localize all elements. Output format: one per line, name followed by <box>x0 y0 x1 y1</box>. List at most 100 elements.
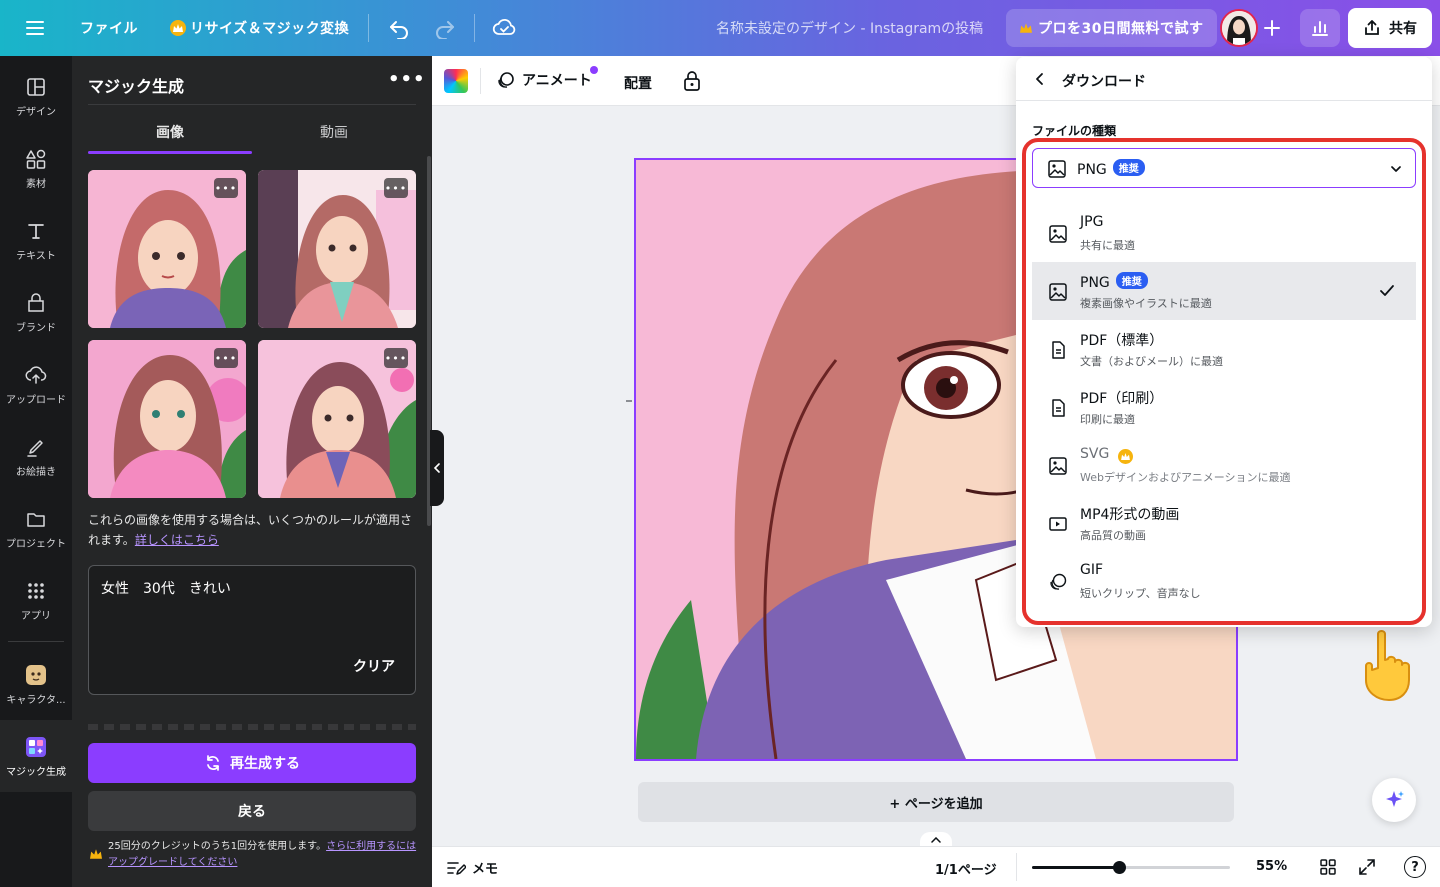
share-button[interactable]: 共有 <box>1348 8 1432 48</box>
option-label: PDF（印刷） <box>1080 391 1164 407</box>
option-pdf-print[interactable]: PDF（印刷） 印刷に最適 <box>1032 378 1416 436</box>
option-sub: 共有に最適 <box>1080 239 1135 252</box>
learn-more-link[interactable]: 詳しくはこちら <box>135 533 219 547</box>
rail-item-design[interactable]: デザイン <box>0 76 72 118</box>
generated-image-2[interactable]: ••• <box>258 170 416 328</box>
apps-grid-icon <box>28 583 44 599</box>
back-chevron-icon[interactable] <box>1032 71 1048 87</box>
clear-button[interactable]: クリア <box>353 656 395 676</box>
character-icon <box>26 665 46 685</box>
rail-item-character[interactable]: キャラクタ... <box>0 664 72 706</box>
rail-item-text[interactable]: テキスト <box>0 220 72 262</box>
rail-item-projects[interactable]: プロジェクト <box>0 508 72 550</box>
rail-item-elements[interactable]: 素材 <box>0 148 72 190</box>
file-type-select[interactable]: PNG 推奨 <box>1032 148 1416 188</box>
notes-button[interactable]: メモ <box>446 858 498 877</box>
notes-icon <box>447 861 466 875</box>
resize-magic-label: リサイズ＆マジック変換 <box>190 21 350 37</box>
rail-item-label: テキスト <box>16 251 56 262</box>
generated-image-3[interactable]: ••• <box>88 340 246 498</box>
pro-trial-label: プロを30日間無料で試す <box>1038 21 1204 37</box>
option-mp4[interactable]: MP4形式の動画 高品質の動画 <box>1032 494 1416 552</box>
rail-item-label: デザイン <box>16 107 56 118</box>
image-more-icon[interactable]: ••• <box>384 348 408 368</box>
document-title[interactable]: 名称未設定のデザイン - Instagramの投稿 <box>716 0 983 56</box>
left-rail: デザイン 素材 テキスト ブランド アップロード お絵描き プロジェクト アプリ… <box>0 56 72 887</box>
document-icon <box>1052 341 1065 359</box>
document-icon <box>1052 399 1065 417</box>
divider <box>1016 100 1432 101</box>
zoom-level[interactable]: 55% <box>1256 859 1287 874</box>
insights-button[interactable] <box>1300 9 1340 47</box>
file-type-selected: PNG 推奨 <box>1077 159 1145 178</box>
image-more-icon[interactable]: ••• <box>214 348 238 368</box>
credit-text: 25回分のクレジットのうち1回分を使用します。 <box>108 841 327 852</box>
hamburger-menu-icon[interactable] <box>24 0 46 56</box>
add-page-button[interactable]: + ページを追加 <box>638 782 1234 822</box>
lock-icon[interactable] <box>682 70 702 92</box>
panel-title: マジック生成 <box>88 77 185 96</box>
generated-image-4[interactable]: ••• <box>258 340 416 498</box>
animate-button[interactable]: アニメート <box>496 70 592 90</box>
undo-icon[interactable] <box>388 0 410 56</box>
share-label: 共有 <box>1389 21 1417 37</box>
prompt-textarea[interactable]: 女性 30代 きれい クリア <box>88 565 416 695</box>
panel-more-icon[interactable]: ••• <box>388 71 426 89</box>
pro-trial-button[interactable]: プロを30日間無料で試す <box>1006 9 1218 47</box>
zoom-slider-track[interactable] <box>1032 861 1230 874</box>
page-indicator[interactable]: 1/1ページ <box>935 859 997 878</box>
file-menu-button[interactable]: ファイル <box>80 0 138 56</box>
rail-item-label: 素材 <box>26 179 46 190</box>
help-icon[interactable]: ? <box>1404 856 1426 878</box>
rail-item-upload[interactable]: アップロード <box>0 364 72 406</box>
gif-icon <box>1050 573 1067 590</box>
image-more-icon[interactable]: ••• <box>384 178 408 198</box>
color-picker-icon[interactable] <box>444 69 468 93</box>
option-jpg[interactable]: JPG 共有に最適 <box>1032 204 1416 262</box>
animate-label: アニメート <box>522 73 592 89</box>
option-label-wrap: SVG <box>1080 446 1133 464</box>
option-gif[interactable]: GIF 短いクリップ、音声なし <box>1032 552 1416 610</box>
rail-item-apps[interactable]: アプリ <box>0 580 72 622</box>
option-label: MP4形式の動画 <box>1080 507 1180 523</box>
generated-image-1[interactable]: ••• <box>88 170 246 328</box>
collapse-panel-handle[interactable] <box>430 430 444 506</box>
pro-crown-icon <box>1117 449 1133 464</box>
bottom-bar: メモ 1/1ページ 55% ? <box>432 846 1440 887</box>
cloud-save-icon[interactable] <box>492 0 516 56</box>
magic-assistant-button[interactable] <box>1372 778 1416 822</box>
brand-icon <box>28 293 44 312</box>
rail-item-magic-generate[interactable]: マジック生成 <box>0 736 72 778</box>
image-icon <box>1049 457 1067 475</box>
option-png[interactable]: PNG 推奨 複素画像やイラストに最適 <box>1032 262 1416 320</box>
resize-magic-button[interactable]: リサイズ＆マジック変換 <box>170 0 349 56</box>
avatar[interactable] <box>1220 9 1258 47</box>
file-type-label: ファイルの種類 <box>1032 124 1117 138</box>
draw-icon <box>27 440 43 457</box>
option-svg[interactable]: SVG Webデザインおよびアニメーションに最適 <box>1032 436 1416 494</box>
back-button[interactable]: 戻る <box>88 791 416 831</box>
fullscreen-icon[interactable] <box>1358 858 1376 876</box>
divider <box>1016 853 1017 881</box>
image-icon <box>1049 283 1067 301</box>
regenerate-button[interactable]: 再生成する <box>88 743 416 783</box>
chevron-up-icon <box>931 837 941 843</box>
image-more-icon[interactable]: ••• <box>214 178 238 198</box>
rail-item-draw[interactable]: お絵描き <box>0 436 72 478</box>
layout-icon <box>27 78 45 96</box>
download-panel: ダウンロード ファイルの種類 PNG 推奨 JPG 共有に最適 PNG 推奨 複素画… <box>1016 57 1432 627</box>
redo-icon[interactable] <box>434 0 456 56</box>
zoom-slider-handle[interactable] <box>1113 861 1127 874</box>
credit-info: 25回分のクレジットのうち1回分を使用します。さらに利用するにはアップグレードし… <box>90 839 420 871</box>
option-pdf-standard[interactable]: PDF（標準） 文書（およびメール）に最適 <box>1032 320 1416 378</box>
option-label: PDF（標準） <box>1080 333 1164 349</box>
arrange-button[interactable]: 配置 <box>624 73 652 93</box>
regenerate-label: 再生成する <box>230 756 300 772</box>
rail-item-brand[interactable]: ブランド <box>0 292 72 334</box>
add-collaborator-icon[interactable] <box>1262 0 1282 56</box>
tab-video[interactable]: 動画 <box>320 122 348 142</box>
magic-generate-panel: マジック生成 ••• 画像 動画 ••• ••• ••• ••• これらの画像を… <box>72 56 432 887</box>
grid-view-icon[interactable] <box>1319 858 1337 876</box>
animate-icon <box>498 72 514 88</box>
tab-image[interactable]: 画像 <box>156 122 184 142</box>
